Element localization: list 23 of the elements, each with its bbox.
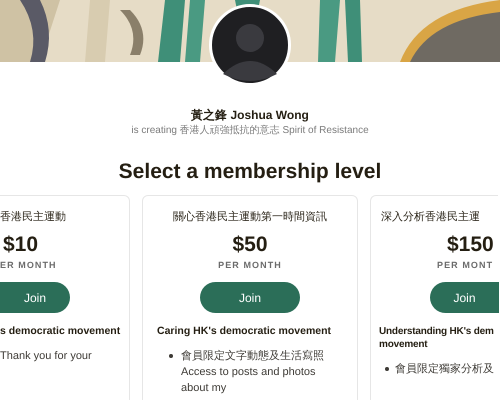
tier-period: PER MONTH xyxy=(218,259,282,271)
tier-title: 深入分析香港民主運 xyxy=(381,210,480,224)
tier-period: ER MONTH xyxy=(0,259,57,271)
tier-title: 香港民主運動 xyxy=(0,210,66,224)
tier-period: PER MONT xyxy=(437,259,494,271)
bullet-icon xyxy=(385,367,389,371)
benefit-text: Thank you for your xyxy=(0,349,93,364)
join-button[interactable]: Join xyxy=(430,282,499,313)
tier-price: $50 xyxy=(232,232,268,258)
benefit-text: 會員限定文字動態及生活寫照 Access to posts and photos about my xyxy=(181,348,325,396)
benefit-text: 會員限定獨家分析及 xyxy=(395,362,494,377)
creator-name: 黃之鋒 Joshua Wong xyxy=(191,108,309,123)
tier-subtitle: Caring HK's democratic movement xyxy=(157,325,332,338)
page-heading: Select a membership level xyxy=(118,159,382,185)
join-button[interactable]: Join xyxy=(200,282,300,313)
bullet-icon xyxy=(169,354,173,358)
creator-tagline: is creating 香港人頑強抵抗的意志 Spirit of Resistance xyxy=(131,124,369,137)
tier-price: $10 xyxy=(3,232,38,258)
tier-price: $150 xyxy=(447,232,494,258)
tier-subtitle: Understanding HK's dem movement xyxy=(379,325,495,351)
tier-title: 關心香港民主運動第一時間資訊 xyxy=(173,210,327,224)
join-button[interactable]: Join xyxy=(0,282,70,313)
tier-subtitle: s democratic movement xyxy=(0,325,121,338)
